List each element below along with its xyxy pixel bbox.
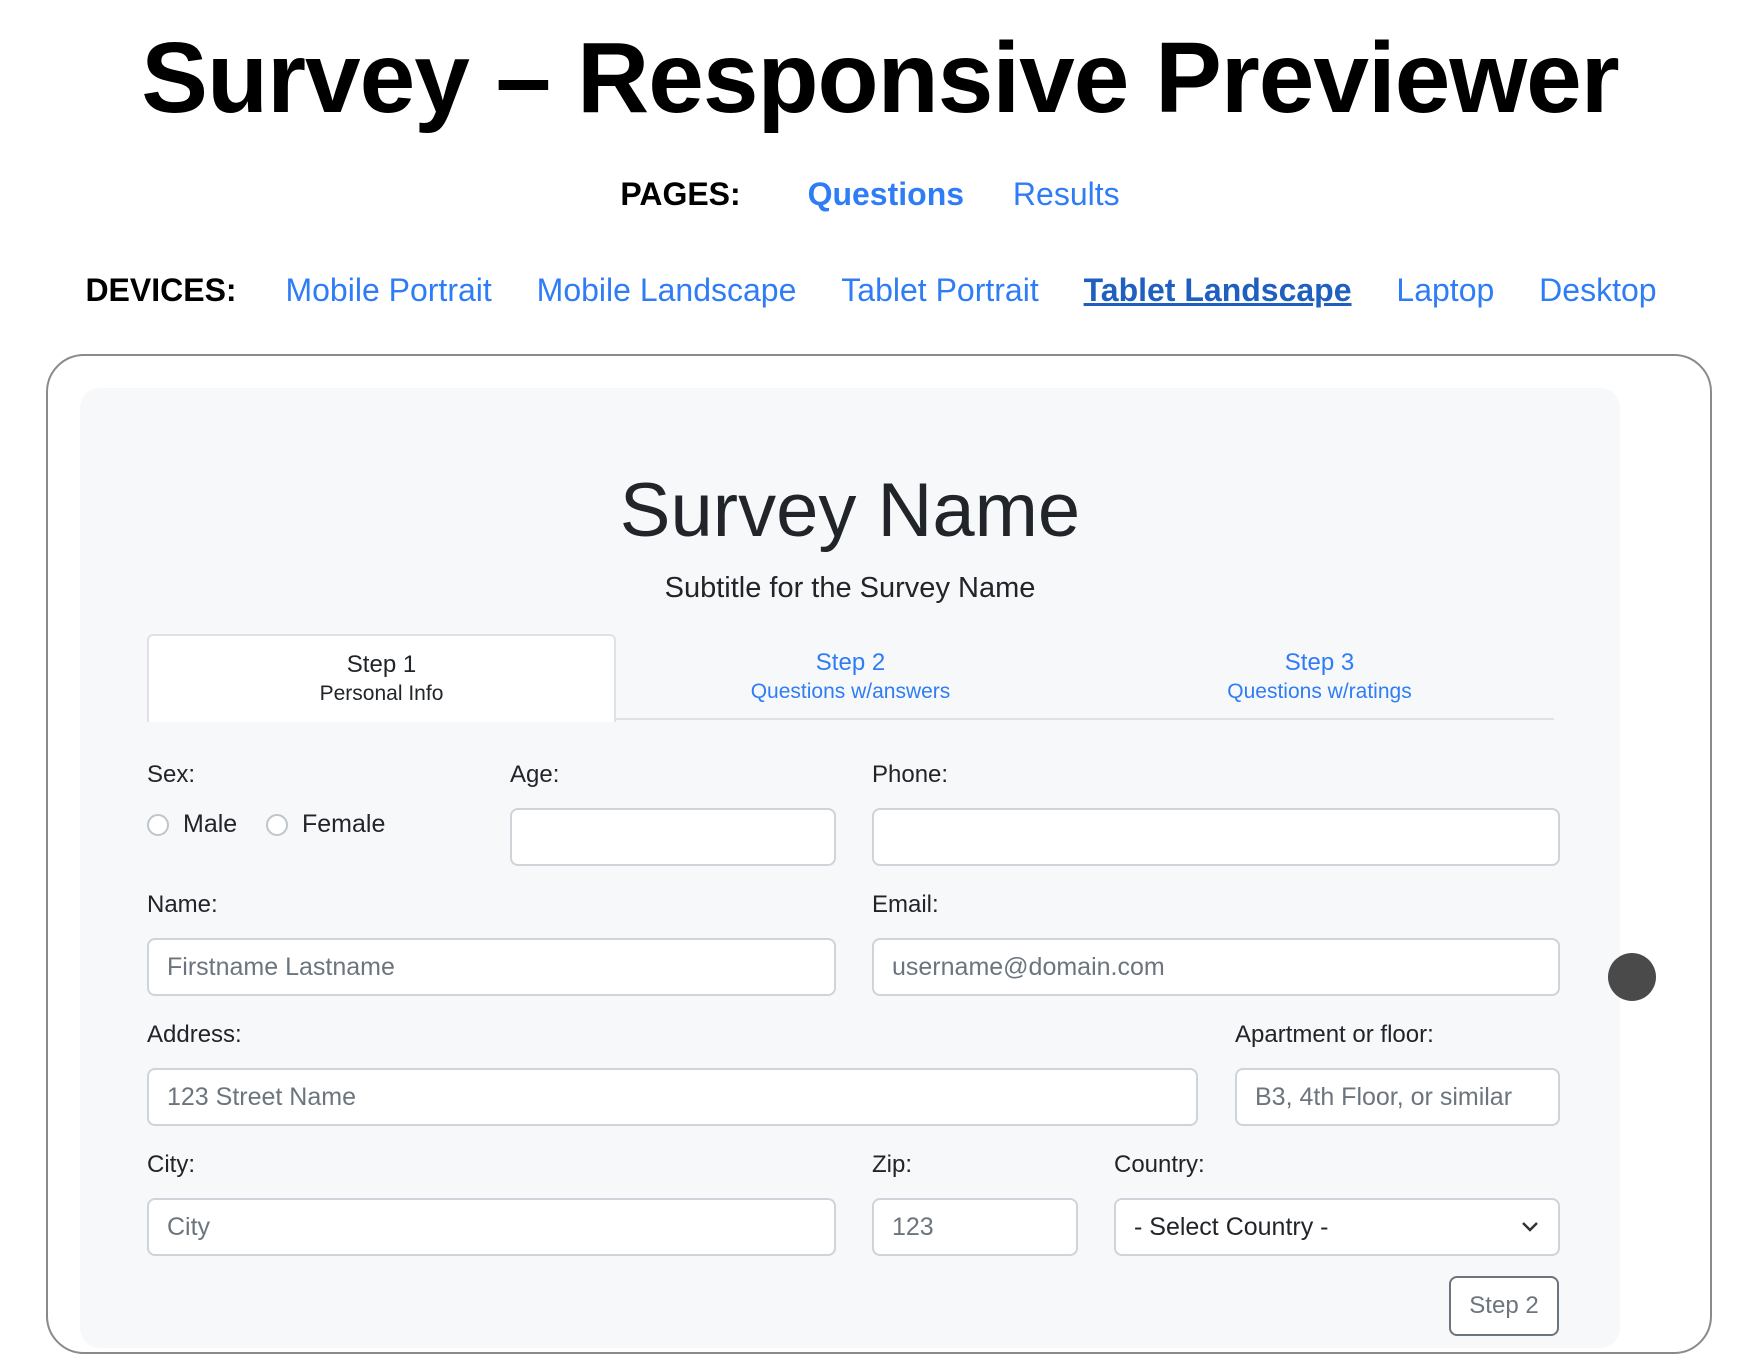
tab-step-sublabel: Questions w/answers [750, 680, 951, 703]
device-link-laptop[interactable]: Laptop [1396, 272, 1494, 308]
devices-label: DEVICES: [85, 272, 237, 308]
age-label: Age: [510, 761, 560, 788]
apartment-label: Apartment or floor: [1235, 1021, 1434, 1048]
chevron-down-icon [1522, 1222, 1538, 1232]
devices-nav: DEVICES: Mobile Portrait Mobile Landscap… [0, 270, 1760, 310]
radio-label-female: Female [302, 810, 386, 838]
tab-step-3[interactable]: Step 3 Questions w/ratings [1085, 634, 1554, 720]
step-tabs: Step 1 Personal Info Step 2 Questions w/… [147, 634, 1554, 722]
name-label: Name: [147, 891, 218, 918]
page-link-results[interactable]: Results [1013, 176, 1120, 212]
tab-step-sublabel: Questions w/ratings [1227, 680, 1412, 703]
tab-step-2[interactable]: Step 2 Questions w/answers [616, 634, 1085, 720]
device-link-desktop[interactable]: Desktop [1539, 272, 1656, 308]
age-input[interactable] [510, 808, 836, 866]
country-select[interactable]: - Select Country - [1114, 1198, 1560, 1256]
tab-step-label: Step 1 [346, 651, 417, 678]
survey-title: Survey Name [619, 468, 1081, 553]
radio-male[interactable]: Male [147, 810, 237, 839]
survey-subtitle: Subtitle for the Survey Name [664, 572, 1036, 604]
email-input[interactable] [872, 938, 1560, 996]
city-input[interactable] [147, 1198, 836, 1256]
sex-label: Sex: [147, 761, 196, 788]
page-link-questions[interactable]: Questions [808, 176, 964, 212]
radio-button[interactable] [147, 813, 169, 836]
tab-step-1[interactable]: Step 1 Personal Info [147, 634, 616, 722]
tab-step-label: Step 3 [1284, 649, 1355, 676]
country-label: Country: [1114, 1151, 1205, 1178]
device-link-tablet-portrait[interactable]: Tablet Portrait [841, 272, 1038, 308]
name-input[interactable] [147, 938, 836, 996]
next-step-button[interactable]: Step 2 [1449, 1276, 1559, 1336]
apartment-input[interactable] [1235, 1068, 1560, 1126]
radio-button[interactable] [266, 813, 288, 836]
pages-label: PAGES: [620, 176, 741, 212]
city-label: City: [147, 1151, 195, 1178]
page-title: Survey – Responsive Previewer [141, 22, 1619, 134]
tab-step-sublabel: Personal Info [319, 682, 444, 705]
address-input[interactable] [147, 1068, 1198, 1126]
tab-step-label: Step 2 [815, 649, 886, 676]
email-label: Email: [872, 891, 939, 918]
radio-label-male: Male [183, 810, 238, 838]
device-link-mobile-landscape[interactable]: Mobile Landscape [537, 272, 797, 308]
phone-input[interactable] [872, 808, 1560, 866]
home-button[interactable] [1608, 953, 1656, 1001]
zip-label: Zip: [872, 1151, 913, 1178]
radio-female[interactable]: Female [266, 810, 385, 839]
address-label: Address: [147, 1021, 242, 1048]
zip-input[interactable] [872, 1198, 1078, 1256]
pages-nav: PAGES: Questions Results [0, 174, 1760, 214]
country-selected-value: - Select Country - [1134, 1212, 1329, 1241]
phone-label: Phone: [872, 761, 949, 788]
device-link-tablet-landscape[interactable]: Tablet Landscape [1084, 272, 1352, 308]
device-link-mobile-portrait[interactable]: Mobile Portrait [285, 272, 491, 308]
